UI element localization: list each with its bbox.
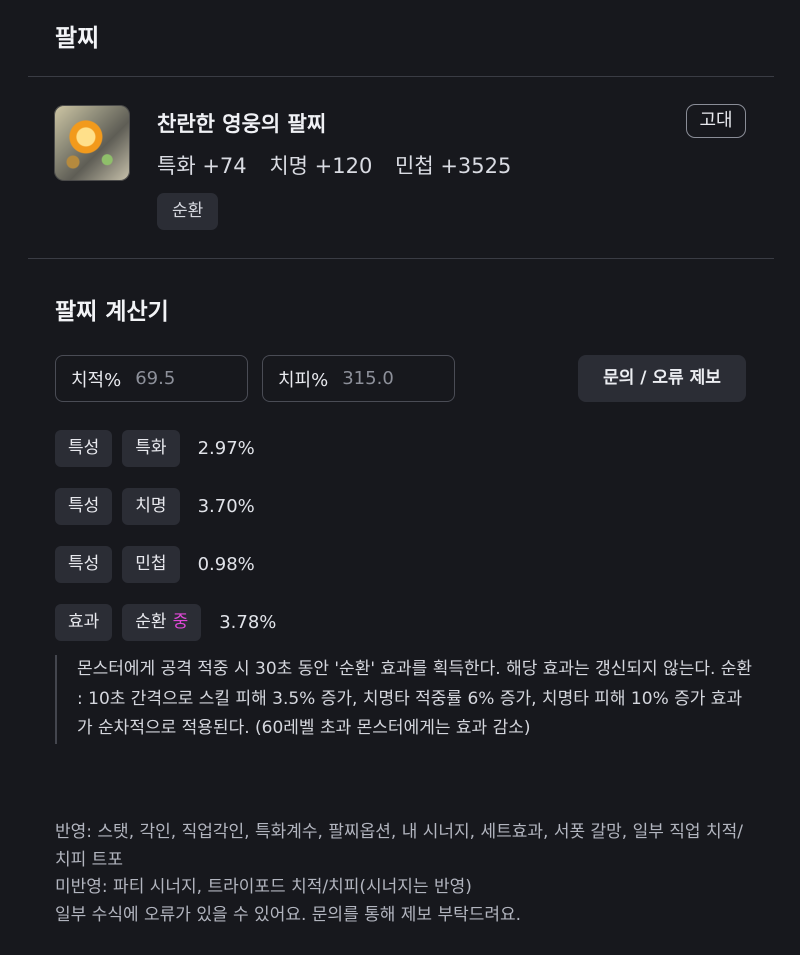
applied-note: 반영: 스탯, 각인, 직업각인, 특화계수, 팔찌옵션, 내 시너지, 세트효… xyxy=(55,822,743,870)
row-name-chip: 특화 xyxy=(122,430,180,467)
row-value: 3.78% xyxy=(219,612,277,633)
row-value: 2.97% xyxy=(197,438,255,459)
crit-damage-input[interactable]: 치피% 315.0 xyxy=(262,355,455,402)
row-value: 3.70% xyxy=(197,496,255,517)
row-name-chip: 순환 중 xyxy=(122,604,202,641)
calculator-title: 팔찌 계산기 xyxy=(55,299,169,325)
stat-specialization: 특화 +74 xyxy=(157,154,247,178)
row-name-chip: 치명 xyxy=(122,488,180,525)
row-type-chip: 특성 xyxy=(55,430,113,467)
crit-damage-label: 치피% xyxy=(278,369,329,391)
bracelet-icon xyxy=(54,105,130,181)
crit-rate-value[interactable]: 69.5 xyxy=(135,368,175,389)
page-title: 팔찌 xyxy=(55,24,100,52)
row-type-chip: 효과 xyxy=(55,604,113,641)
disclaimer-note: 일부 수식에 오류가 있을 수 있어요. 문의를 통해 제보 부탁드려요. xyxy=(55,904,522,925)
report-button[interactable]: 문의 / 오류 제보 xyxy=(578,355,746,402)
stat-crit: 치명 +120 xyxy=(269,154,373,178)
row-type-chip: 특성 xyxy=(55,546,113,583)
divider xyxy=(28,76,774,77)
item-name: 찬란한 영웅의 팔찌 xyxy=(157,112,327,136)
effect-level-badge: 중 xyxy=(172,612,189,632)
stat-dexterity: 민첩 +3525 xyxy=(395,154,512,178)
divider xyxy=(28,258,774,259)
result-row: 특성 민첩 0.98% xyxy=(55,546,255,583)
grade-badge: 고대 xyxy=(686,104,746,138)
result-row: 특성 치명 3.70% xyxy=(55,488,255,525)
row-name-chip: 민첩 xyxy=(122,546,180,583)
bracelet-calculator-page: 팔찌 찬란한 영웅의 팔찌 특화 +74 치명 +120 민첩 +3525 순환… xyxy=(0,0,800,955)
crit-rate-input[interactable]: 치적% 69.5 xyxy=(55,355,248,402)
row-value: 0.98% xyxy=(197,554,255,575)
notes: 반영: 스탯, 각인, 직업각인, 특화계수, 팔찌옵션, 내 시너지, 세트효… xyxy=(55,819,755,929)
crit-rate-label: 치적% xyxy=(71,369,122,391)
effect-description: 몬스터에게 공격 적중 시 30초 동안 '순환' 효과를 획득한다. 해당 효… xyxy=(55,655,755,744)
item-stats: 특화 +74 치명 +120 민첩 +3525 xyxy=(157,150,527,180)
crit-damage-value[interactable]: 315.0 xyxy=(342,368,394,389)
result-row: 효과 순환 중 3.78% xyxy=(55,604,276,641)
result-row: 특성 특화 2.97% xyxy=(55,430,255,467)
not-applied-note: 미반영: 파티 시너지, 트라이포드 치적/치피(시너지는 반영) xyxy=(55,877,472,897)
effect-name: 순환 xyxy=(135,612,167,632)
item-effect-tag: 순환 xyxy=(157,193,219,230)
row-type-chip: 특성 xyxy=(55,488,113,525)
